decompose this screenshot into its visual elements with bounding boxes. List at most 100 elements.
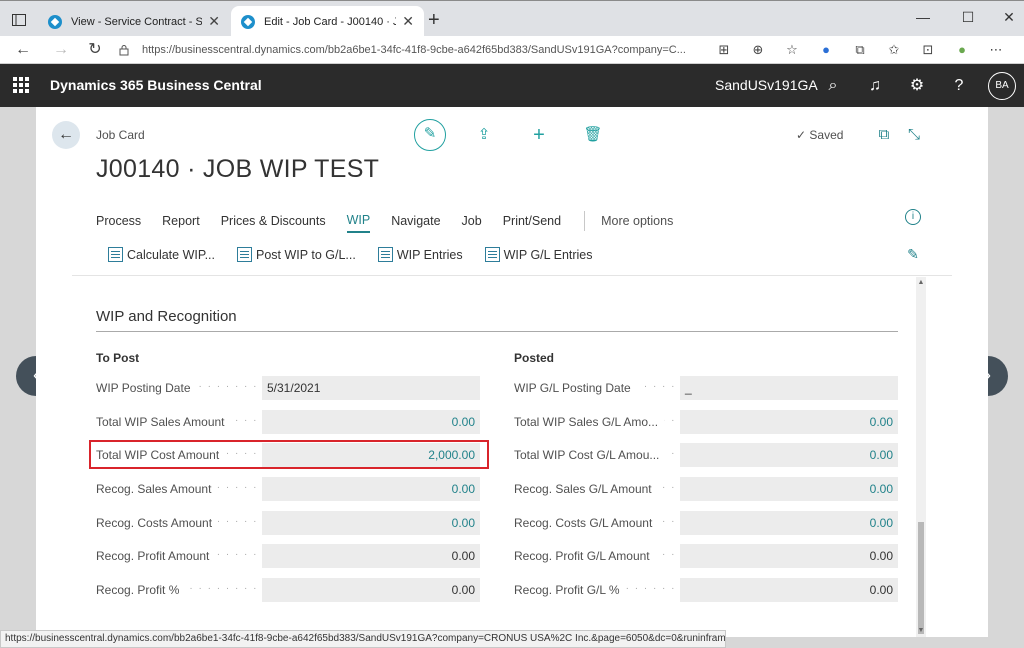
menu-job[interactable]: Job	[462, 214, 482, 232]
tab-close-icon[interactable]: ✕	[402, 13, 414, 30]
app-name[interactable]: Dynamics 365 Business Central	[50, 77, 262, 93]
menu-report[interactable]: Report	[162, 214, 200, 232]
divider	[72, 275, 952, 276]
to-post-heading: To Post	[96, 351, 140, 365]
field-total-wip-sales-gl-amount: Total WIP Sales G/L Amo...· · · · · · · …	[514, 410, 898, 434]
lock-icon	[119, 45, 129, 56]
field-value: 0.00	[680, 578, 898, 602]
menu-print-send[interactable]: Print/Send	[503, 214, 561, 232]
notification-bell-icon[interactable]: ♫	[864, 75, 886, 97]
action-label: Post WIP to G/L...	[256, 247, 356, 262]
tab-title: Edit - Job Card - J00140 · JOB WIP	[264, 15, 397, 28]
field-label: Recog. Costs Amount	[96, 516, 219, 530]
zoom-icon[interactable]: ⊕	[748, 40, 768, 60]
open-new-window-icon[interactable]: ⧉	[874, 125, 894, 145]
vertical-scrollbar[interactable]	[916, 277, 926, 637]
browser-tab-service-contract[interactable]: View - Service Contract - SC1001 ✕	[38, 6, 230, 37]
field-value[interactable]: 0.00	[262, 410, 480, 434]
back-button[interactable]: ←	[52, 121, 80, 149]
field-label: Total WIP Cost Amount	[96, 448, 226, 462]
app-launcher-icon[interactable]	[13, 77, 29, 93]
user-avatar[interactable]: BA	[988, 72, 1016, 100]
new-tab-icon[interactable]: +	[428, 10, 440, 30]
entries-icon	[377, 247, 393, 262]
tab-actions-icon[interactable]	[8, 10, 30, 30]
calculate-wip-button[interactable]: Calculate WIP...	[108, 247, 215, 262]
scroll-down-arrow-icon[interactable]: ▼	[916, 627, 926, 634]
refresh-icon[interactable]: ↻	[84, 40, 106, 60]
wip-gl-entries-button[interactable]: WIP G/L Entries	[484, 247, 593, 262]
favorites-icon[interactable]: ✩	[884, 40, 904, 60]
field-value[interactable]: 0.00	[680, 410, 898, 434]
field-recog-profit-percent: Recog. Profit % · · · · · · · · · · · · ·…	[96, 578, 480, 602]
field-value[interactable]: 0.00	[680, 443, 898, 467]
action-menu: Process Report Prices & Discounts WIP Na…	[96, 211, 694, 235]
browser-extension-icon[interactable]: ●	[816, 40, 836, 60]
field-label: WIP Posting Date	[96, 381, 197, 395]
field-value: _	[680, 376, 898, 400]
forward-arrow-icon[interactable]: →	[50, 40, 72, 60]
post-wip-button[interactable]: Post WIP to G/L...	[237, 247, 356, 262]
field-recog-sales-gl-amount: Recog. Sales G/L Amount· · · · · · · · ·…	[514, 477, 898, 501]
collections-icon[interactable]: ⊡	[918, 40, 938, 60]
maximize-icon[interactable]: ☐	[953, 9, 983, 26]
section-title[interactable]: WIP and Recognition	[96, 308, 237, 325]
field-value: 0.00	[262, 578, 480, 602]
scrollbar-thumb[interactable]	[918, 522, 924, 634]
url-text: https://businesscentral.dynamics.com/bb2…	[142, 44, 686, 56]
delete-trash-icon[interactable]: 🗑	[583, 125, 603, 145]
menu-process[interactable]: Process	[96, 214, 141, 232]
profile-icon[interactable]: ●	[952, 40, 972, 60]
field-value: 0.00	[680, 544, 898, 568]
action-label: WIP G/L Entries	[503, 247, 593, 262]
company-name: SandUSv191GA	[715, 77, 818, 93]
info-icon[interactable]: i	[905, 209, 921, 225]
job-card-page: ← Job Card ✎ ⇪ + 🗑 ✓ Saved ⧉ ⤡ J00140 · …	[36, 107, 988, 637]
field-value[interactable]: 5/31/2021	[262, 376, 480, 400]
field-recog-profit-gl-percent: Recog. Profit G/L %· · · · · · · · · · ·…	[514, 578, 898, 602]
collapse-icon[interactable]: ⤡	[904, 125, 924, 145]
field-label: Recog. Profit G/L Amount	[514, 549, 656, 563]
gl-entries-icon	[484, 247, 500, 262]
menu-navigate[interactable]: Navigate	[391, 214, 440, 232]
url-field[interactable]: https://businesscentral.dynamics.com/bb2…	[114, 38, 804, 62]
help-icon[interactable]: ?	[948, 75, 970, 97]
menu-wip[interactable]: WIP	[346, 213, 371, 233]
back-arrow-icon[interactable]: ←	[12, 40, 34, 60]
saved-label: Saved	[809, 128, 844, 142]
wip-entries-button[interactable]: WIP Entries	[377, 247, 463, 262]
pin-icon[interactable]: ✎	[904, 246, 922, 264]
field-label: WIP G/L Posting Date	[514, 381, 637, 395]
breadcrumb: Job Card	[96, 128, 145, 142]
action-label: WIP Entries	[396, 247, 463, 262]
field-value[interactable]: 0.00	[262, 511, 480, 535]
field-value[interactable]: 0.00	[262, 477, 480, 501]
browser-tab-job-card[interactable]: Edit - Job Card - J00140 · JOB WIP ✕	[231, 6, 424, 37]
menu-separator	[584, 211, 586, 231]
saved-status: ✓ Saved	[796, 128, 844, 142]
settings-gear-icon[interactable]: ⚙	[906, 75, 928, 97]
scroll-up-arrow-icon[interactable]: ▲	[916, 279, 926, 286]
app-available-icon[interactable]: ⊞	[714, 40, 734, 60]
field-total-wip-cost-gl-amount: Total WIP Cost G/L Amou...· · · · · · · …	[514, 443, 898, 467]
field-value[interactable]: 0.00	[680, 477, 898, 501]
edit-pencil-icon[interactable]: ✎	[414, 119, 446, 151]
field-label: Total WIP Sales Amount	[96, 415, 231, 429]
field-recog-profit-gl-amount: Recog. Profit G/L Amount· · · · · · · · …	[514, 544, 898, 568]
new-plus-icon[interactable]: +	[529, 125, 549, 145]
field-label: Recog. Sales Amount	[96, 482, 218, 496]
favorite-star-icon[interactable]: ☆	[782, 40, 802, 60]
field-label: Recog. Profit %	[96, 583, 186, 597]
search-icon[interactable]: ⌕	[822, 75, 844, 97]
dynamics-favicon-icon	[241, 14, 255, 29]
menu-prices-discounts[interactable]: Prices & Discounts	[221, 214, 326, 232]
more-menu-icon[interactable]: ⋯	[986, 40, 1006, 60]
extensions-puzzle-icon[interactable]: ⧉	[850, 40, 870, 60]
minimize-icon[interactable]: —	[908, 9, 938, 25]
calculate-icon	[108, 247, 123, 262]
close-window-icon[interactable]: ✕	[994, 9, 1024, 26]
more-options-button[interactable]: More options	[601, 214, 673, 232]
share-icon[interactable]: ⇪	[474, 125, 494, 145]
tab-close-icon[interactable]: ✕	[208, 13, 220, 30]
field-value[interactable]: 0.00	[680, 511, 898, 535]
